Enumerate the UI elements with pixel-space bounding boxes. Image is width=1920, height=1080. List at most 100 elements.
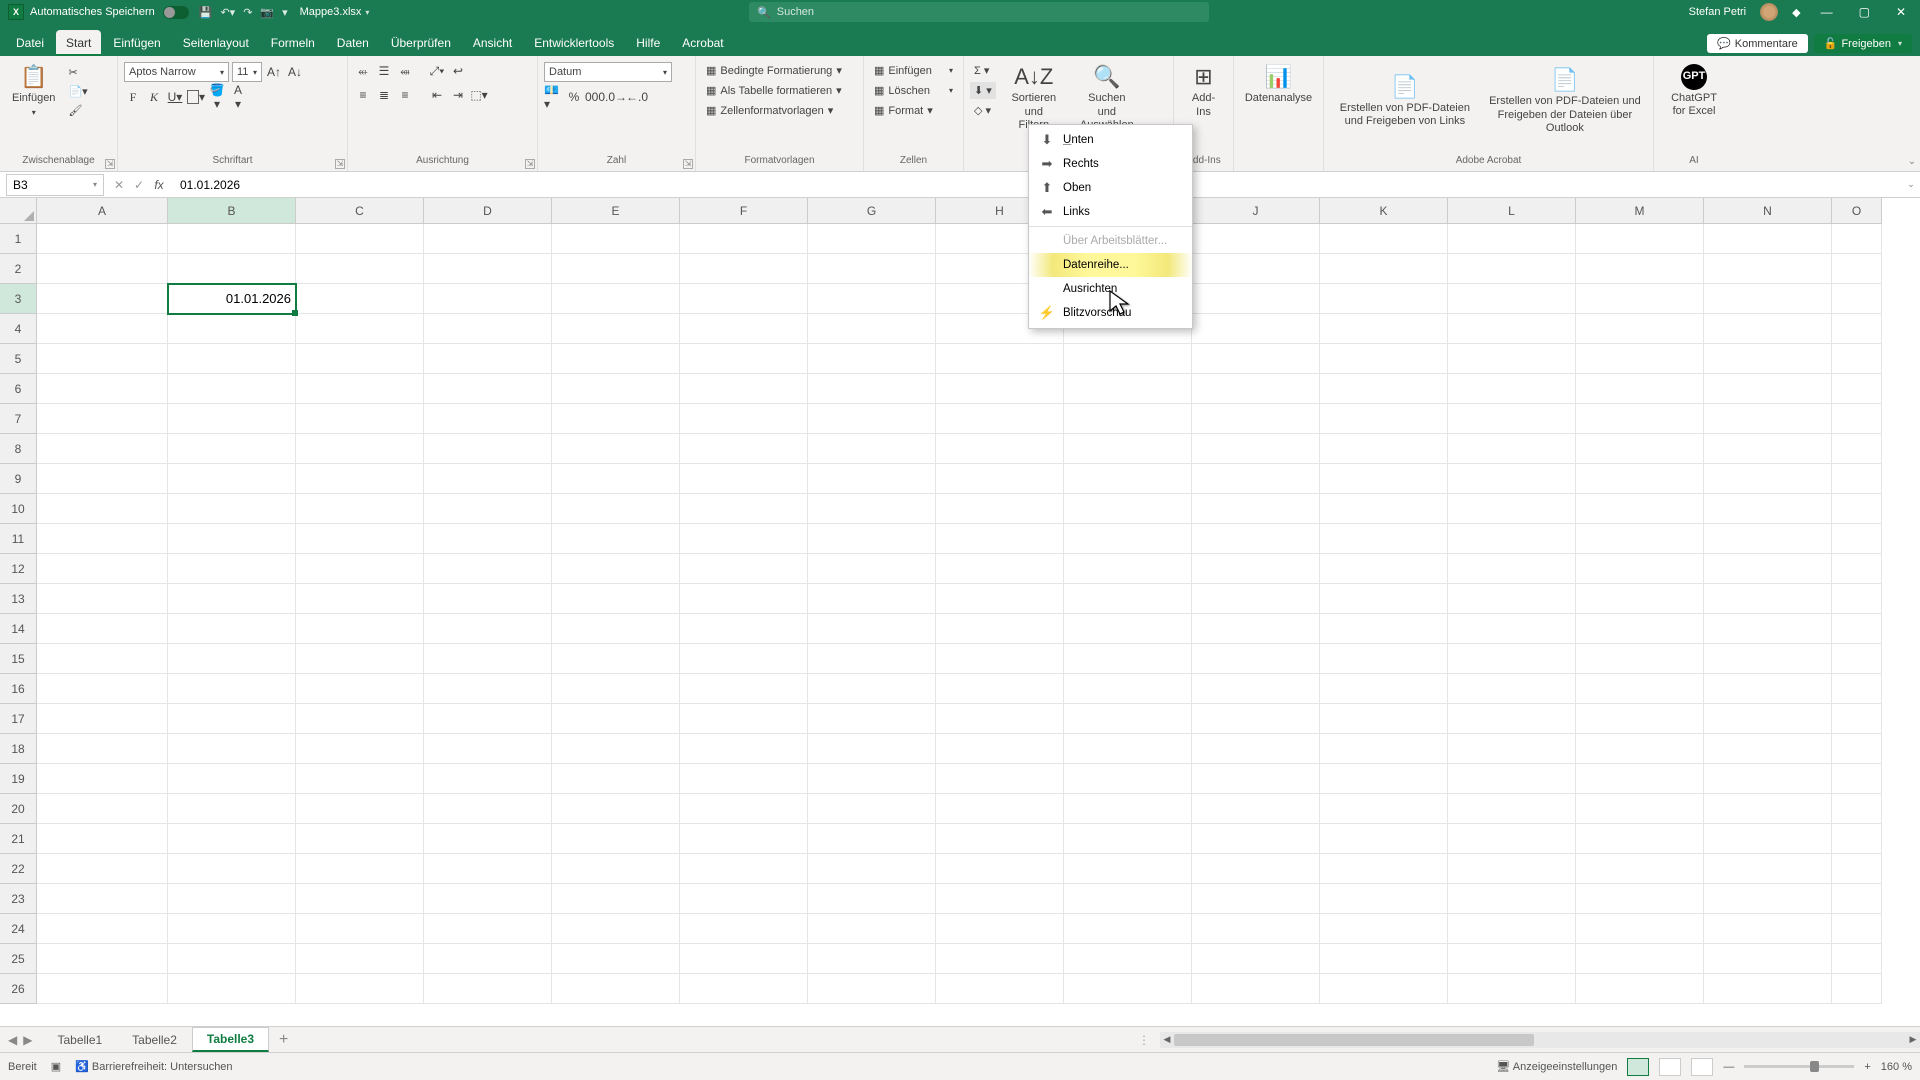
cell-K8[interactable] — [1320, 434, 1448, 464]
cell-C24[interactable] — [296, 914, 424, 944]
cell-L8[interactable] — [1448, 434, 1576, 464]
cell-J18[interactable] — [1192, 734, 1320, 764]
cell-J19[interactable] — [1192, 764, 1320, 794]
cell-F12[interactable] — [680, 554, 808, 584]
cell-O4[interactable] — [1832, 314, 1882, 344]
cell-M11[interactable] — [1576, 524, 1704, 554]
cell-B23[interactable] — [168, 884, 296, 914]
format-cells-button[interactable]: ▦ Format ▾ — [870, 102, 957, 119]
cell-D13[interactable] — [424, 584, 552, 614]
cell-C15[interactable] — [296, 644, 424, 674]
cell-C8[interactable] — [296, 434, 424, 464]
cell-H14[interactable] — [936, 614, 1064, 644]
cell-F18[interactable] — [680, 734, 808, 764]
cell-J20[interactable] — [1192, 794, 1320, 824]
fillcolor-button[interactable]: 🪣▾ — [208, 88, 226, 106]
cell-B8[interactable] — [168, 434, 296, 464]
cell-O26[interactable] — [1832, 974, 1882, 1004]
zoom-level[interactable]: 160 % — [1881, 1061, 1912, 1073]
cell-E5[interactable] — [552, 344, 680, 374]
cell-H9[interactable] — [936, 464, 1064, 494]
col-header-O[interactable]: O — [1832, 198, 1882, 224]
align-left-button[interactable]: ≡ — [354, 86, 372, 104]
cell-F6[interactable] — [680, 374, 808, 404]
cell-D18[interactable] — [424, 734, 552, 764]
cell-J6[interactable] — [1192, 374, 1320, 404]
cell-I16[interactable] — [1064, 674, 1192, 704]
cell-J21[interactable] — [1192, 824, 1320, 854]
cell-D17[interactable] — [424, 704, 552, 734]
cell-J7[interactable] — [1192, 404, 1320, 434]
cell-D11[interactable] — [424, 524, 552, 554]
cell-M9[interactable] — [1576, 464, 1704, 494]
cell-L6[interactable] — [1448, 374, 1576, 404]
cell-I20[interactable] — [1064, 794, 1192, 824]
cell-L15[interactable] — [1448, 644, 1576, 674]
cell-K14[interactable] — [1320, 614, 1448, 644]
cell-B9[interactable] — [168, 464, 296, 494]
cell-E25[interactable] — [552, 944, 680, 974]
cell-J10[interactable] — [1192, 494, 1320, 524]
cell-H24[interactable] — [936, 914, 1064, 944]
delete-cells-button[interactable]: ▦ Löschen ▾ — [870, 82, 957, 99]
fill-flash-item[interactable]: ⚡Blitzvorschau — [1029, 301, 1192, 325]
cell-E13[interactable] — [552, 584, 680, 614]
decrease-font-button[interactable]: A↓ — [286, 63, 304, 81]
tab-ueberpruefen[interactable]: Überprüfen — [381, 30, 461, 56]
cell-O3[interactable] — [1832, 284, 1882, 314]
user-avatar[interactable] — [1760, 3, 1778, 21]
cell-L18[interactable] — [1448, 734, 1576, 764]
cell-G14[interactable] — [808, 614, 936, 644]
row-header-10[interactable]: 10 — [0, 494, 37, 524]
cell-D23[interactable] — [424, 884, 552, 914]
cell-E24[interactable] — [552, 914, 680, 944]
cell-L10[interactable] — [1448, 494, 1576, 524]
cell-B4[interactable] — [168, 314, 296, 344]
cell-N3[interactable] — [1704, 284, 1832, 314]
cell-C21[interactable] — [296, 824, 424, 854]
clipboard-launcher[interactable]: ⇲ — [105, 159, 115, 169]
increase-font-button[interactable]: A↑ — [265, 63, 283, 81]
cell-E21[interactable] — [552, 824, 680, 854]
cell-E1[interactable] — [552, 224, 680, 254]
row-header-22[interactable]: 22 — [0, 854, 37, 884]
formatpainter-button[interactable]: 🖌 — [64, 102, 91, 119]
percent-button[interactable]: % — [565, 88, 583, 106]
cell-E7[interactable] — [552, 404, 680, 434]
cell-A8[interactable] — [37, 434, 168, 464]
cell-D24[interactable] — [424, 914, 552, 944]
freigeben-button[interactable]: 🔓 Freigeben▾ — [1814, 34, 1912, 53]
align-center-button[interactable]: ≣ — [375, 86, 393, 104]
row-header-26[interactable]: 26 — [0, 974, 37, 1004]
cell-I15[interactable] — [1064, 644, 1192, 674]
cell-M8[interactable] — [1576, 434, 1704, 464]
cell-B15[interactable] — [168, 644, 296, 674]
cell-J4[interactable] — [1192, 314, 1320, 344]
row-header-1[interactable]: 1 — [0, 224, 37, 254]
cell-K16[interactable] — [1320, 674, 1448, 704]
cell-A5[interactable] — [37, 344, 168, 374]
row-header-11[interactable]: 11 — [0, 524, 37, 554]
cell-E16[interactable] — [552, 674, 680, 704]
cell-A12[interactable] — [37, 554, 168, 584]
cell-K26[interactable] — [1320, 974, 1448, 1004]
cell-A20[interactable] — [37, 794, 168, 824]
cell-O20[interactable] — [1832, 794, 1882, 824]
cell-L12[interactable] — [1448, 554, 1576, 584]
cell-G19[interactable] — [808, 764, 936, 794]
cell-C11[interactable] — [296, 524, 424, 554]
cell-A14[interactable] — [37, 614, 168, 644]
cell-M14[interactable] — [1576, 614, 1704, 644]
cell-E19[interactable] — [552, 764, 680, 794]
cell-F13[interactable] — [680, 584, 808, 614]
cell-E11[interactable] — [552, 524, 680, 554]
tab-entwickler[interactable]: Entwicklertools — [524, 30, 624, 56]
cell-E2[interactable] — [552, 254, 680, 284]
cell-M22[interactable] — [1576, 854, 1704, 884]
cell-I7[interactable] — [1064, 404, 1192, 434]
cell-I26[interactable] — [1064, 974, 1192, 1004]
cell-J14[interactable] — [1192, 614, 1320, 644]
cell-A2[interactable] — [37, 254, 168, 284]
cell-D15[interactable] — [424, 644, 552, 674]
row-header-17[interactable]: 17 — [0, 704, 37, 734]
